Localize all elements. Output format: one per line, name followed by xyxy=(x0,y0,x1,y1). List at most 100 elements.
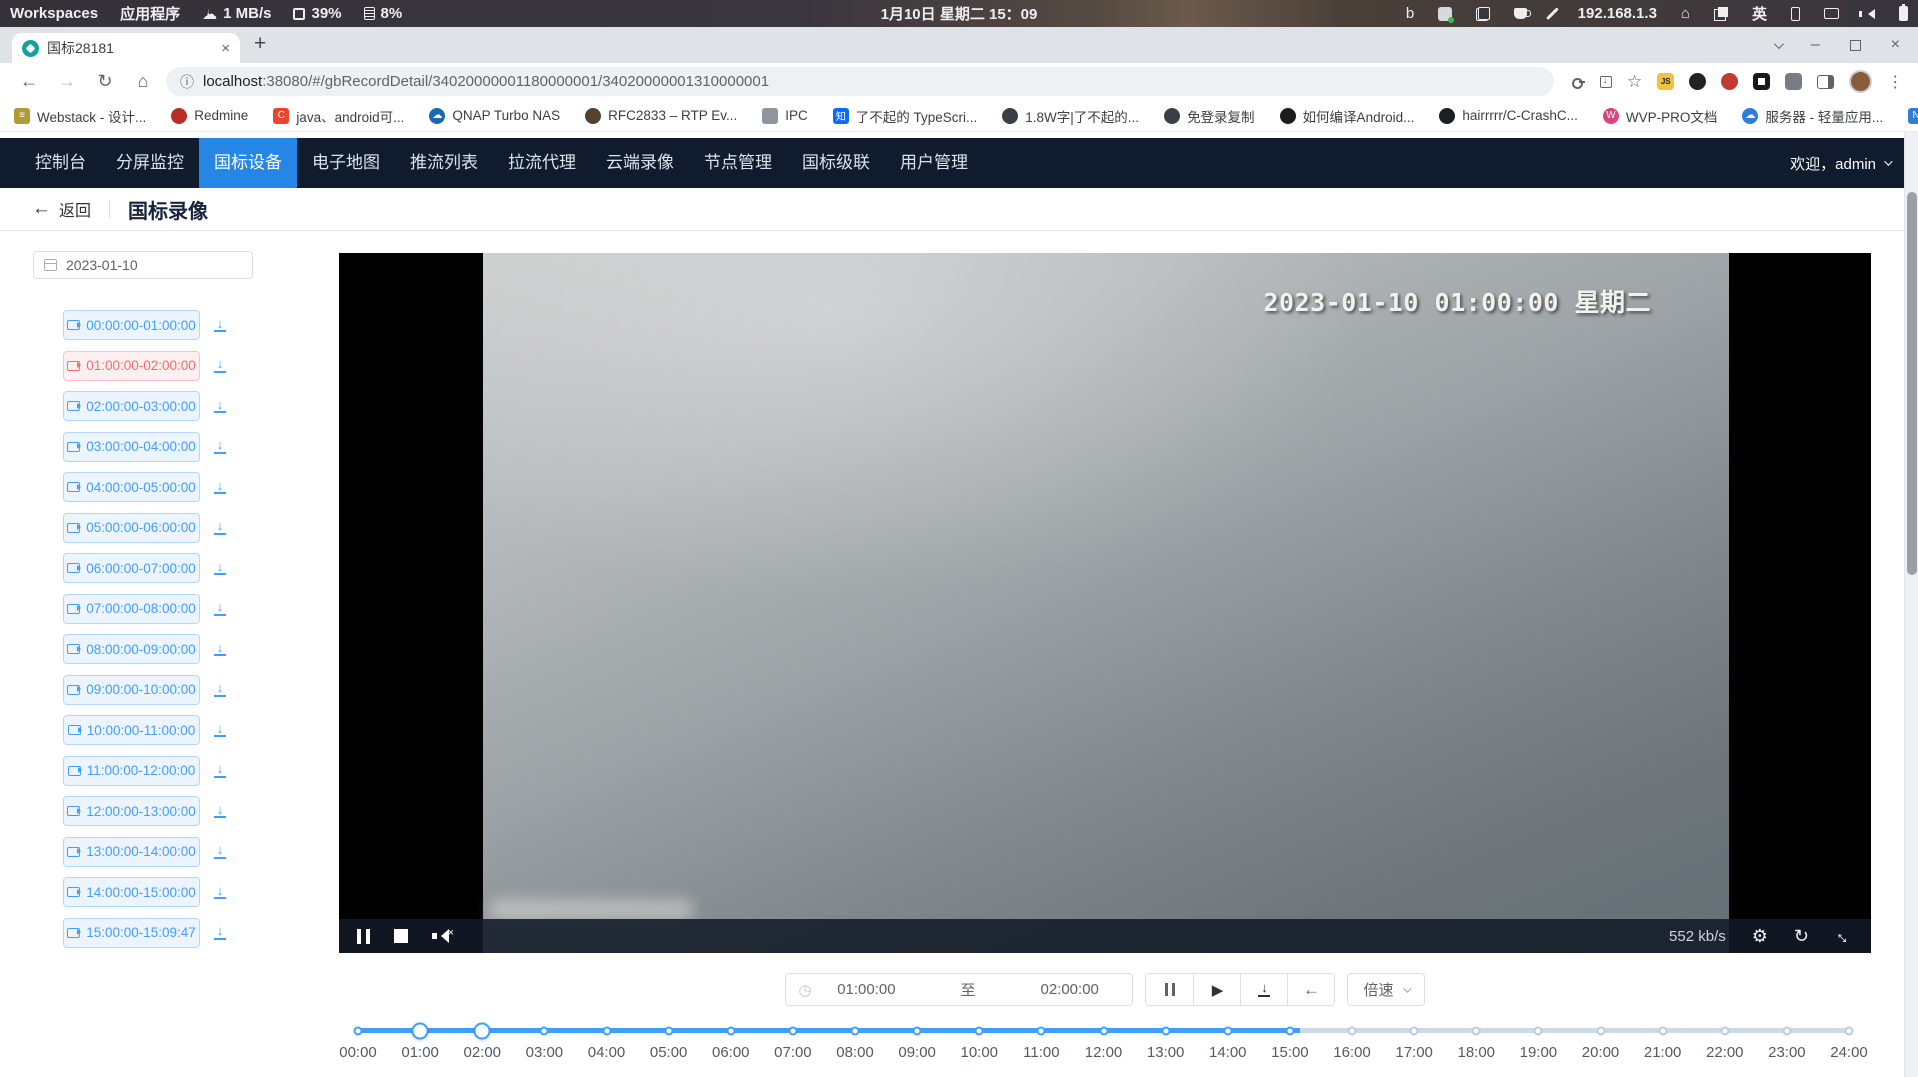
volume-icon[interactable] xyxy=(1863,9,1875,19)
site-info-icon[interactable]: ⓘ xyxy=(180,72,194,92)
nav-item[interactable]: 国标级联 xyxy=(787,138,885,188)
extension-black-icon[interactable] xyxy=(1753,73,1770,90)
nav-item[interactable]: 云端录像 xyxy=(591,138,689,188)
window-close-button[interactable]: × xyxy=(1891,36,1900,54)
browser-menu-icon[interactable]: ⋮ xyxy=(1887,72,1903,92)
address-bar[interactable]: ⓘ localhost:38080/#/gbRecordDetail/34020… xyxy=(166,67,1554,96)
download-record-button[interactable]: ↓ xyxy=(214,439,226,454)
record-segment-button[interactable]: 02:00:00-03:00:00 xyxy=(63,391,200,421)
record-segment-button[interactable]: 10:00:00-11:00:00 xyxy=(63,715,200,745)
record-segment-button[interactable]: 01:00:00-02:00:00 xyxy=(63,351,200,381)
record-segment-button[interactable]: 11:00:00-12:00:00 xyxy=(63,756,200,786)
pipette-icon[interactable] xyxy=(1546,7,1558,19)
ip-address[interactable]: 192.168.1.3 xyxy=(1578,5,1657,22)
record-segment-button[interactable]: 15:00:00-15:09:47 xyxy=(63,918,200,948)
clipboard-icon[interactable] xyxy=(1476,7,1490,21)
bookmark-star-icon[interactable]: ☆ xyxy=(1627,72,1642,92)
applications-button[interactable]: 应用程序 xyxy=(120,3,180,24)
nav-item[interactable]: 用户管理 xyxy=(885,138,983,188)
page-scrollbar[interactable] xyxy=(1904,132,1918,1077)
pause-icon[interactable] xyxy=(357,929,370,944)
new-tab-button[interactable]: + xyxy=(254,33,266,54)
extension-js-icon[interactable]: JS xyxy=(1657,73,1674,90)
record-segment-button[interactable]: 00:00:00-01:00:00 xyxy=(63,310,200,340)
bookmark-item[interactable]: 1.8W字|了不起的... xyxy=(1002,106,1139,126)
tab-close-icon[interactable]: × xyxy=(221,40,230,57)
nav-item[interactable]: 推流列表 xyxy=(395,138,493,188)
play-button[interactable]: ▶ xyxy=(1193,974,1240,1005)
download-record-button[interactable]: ↓ xyxy=(214,561,226,576)
record-segment-button[interactable]: 05:00:00-06:00:00 xyxy=(63,513,200,543)
user-menu[interactable]: 欢迎，admin xyxy=(1790,153,1918,174)
phone-link-icon[interactable] xyxy=(1791,7,1800,21)
date-picker-input[interactable]: 2023-01-10 xyxy=(33,251,253,279)
record-segment-button[interactable]: 03:00:00-04:00:00 xyxy=(63,432,200,462)
refresh-icon[interactable]: ↻ xyxy=(1794,926,1809,947)
home-button[interactable]: ⌂ xyxy=(128,71,158,92)
download-record-button[interactable]: ↓ xyxy=(214,399,226,414)
pause-button[interactable] xyxy=(1146,974,1193,1005)
start-time-value[interactable]: 01:00:00 xyxy=(816,981,918,998)
bookmark-item[interactable]: RFC2833 – RTP Ev... xyxy=(585,108,737,124)
input-method-indicator[interactable]: 英 xyxy=(1752,3,1767,24)
download-record-button[interactable]: ↓ xyxy=(214,723,226,738)
tab-search-icon[interactable] xyxy=(1774,39,1784,49)
bookmark-item[interactable]: ☁ QNAP Turbo NAS xyxy=(429,108,560,124)
record-segment-button[interactable]: 04:00:00-05:00:00 xyxy=(63,472,200,502)
download-record-button[interactable]: ↓ xyxy=(214,844,226,859)
back-link[interactable]: 返回 xyxy=(59,197,91,221)
record-segment-button[interactable]: 07:00:00-08:00:00 xyxy=(63,594,200,624)
share-icon[interactable] xyxy=(1600,76,1612,88)
download-record-button[interactable]: ↓ xyxy=(214,885,226,900)
end-time-value[interactable]: 02:00:00 xyxy=(1019,981,1121,998)
record-segment-button[interactable]: 08:00:00-09:00:00 xyxy=(63,634,200,664)
record-segment-button[interactable]: 14:00:00-15:00:00 xyxy=(63,877,200,907)
nav-item[interactable]: 电子地图 xyxy=(297,138,395,188)
download-record-button[interactable]: ↓ xyxy=(214,682,226,697)
app-notification-icon[interactable] xyxy=(1438,7,1452,21)
profile-avatar[interactable] xyxy=(1849,70,1872,93)
scrollbar-thumb[interactable] xyxy=(1907,192,1917,575)
download-record-button[interactable]: ↓ xyxy=(214,601,226,616)
download-record-button[interactable]: ↓ xyxy=(214,763,226,778)
cup-icon[interactable] xyxy=(1514,8,1527,19)
download-record-button[interactable]: ↓ xyxy=(214,925,226,940)
nav-item[interactable]: 节点管理 xyxy=(689,138,787,188)
bookmark-item[interactable]: N HDAtmos :: 种子 *... xyxy=(1908,106,1918,126)
fullscreen-icon[interactable]: ↔ xyxy=(1830,922,1858,950)
mute-icon[interactable]: × xyxy=(432,928,454,944)
extensions-puzzle-icon[interactable] xyxy=(1785,73,1802,90)
browser-tab[interactable]: 国标28181 × xyxy=(12,33,240,63)
record-segment-button[interactable]: 12:00:00-13:00:00 xyxy=(63,796,200,826)
video-player[interactable]: 2023-01-10 01:00:00 星期二 × 552 kb/s ⚙ ↻ ↔ xyxy=(339,253,1871,953)
time-range-input[interactable]: ◷ 01:00:00 至 02:00:00 xyxy=(785,973,1133,1006)
bookmark-item[interactable]: 免登录复制 xyxy=(1164,106,1255,126)
timeline-handle[interactable] xyxy=(474,1022,491,1039)
workspaces-button[interactable]: Workspaces xyxy=(10,5,98,22)
bookmark-item[interactable]: 如何编译Android... xyxy=(1280,106,1415,126)
bookmark-item[interactable]: C java、android可... xyxy=(273,106,404,126)
nav-item[interactable]: 控制台 xyxy=(20,138,101,188)
download-record-button[interactable]: ↓ xyxy=(214,520,226,535)
extension-dark-icon[interactable] xyxy=(1689,73,1706,90)
record-segment-button[interactable]: 06:00:00-07:00:00 xyxy=(63,553,200,583)
download-record-button[interactable]: ↓ xyxy=(214,318,226,333)
nav-item[interactable]: 拉流代理 xyxy=(493,138,591,188)
download-record-button[interactable]: ↓ xyxy=(214,480,226,495)
back-arrow-icon[interactable]: ← xyxy=(32,198,51,220)
shutter-settings-icon[interactable]: ⚙ xyxy=(1752,926,1768,947)
side-panel-icon[interactable] xyxy=(1817,75,1834,89)
password-manager-icon[interactable] xyxy=(1572,75,1585,88)
download-record-button[interactable]: ↓ xyxy=(214,804,226,819)
timeline-handle[interactable] xyxy=(412,1022,429,1039)
download-button[interactable]: ↓ xyxy=(1240,974,1287,1005)
bookmark-item[interactable]: 知 了不起的 TypeScri... xyxy=(833,106,978,126)
bookmark-item[interactable]: ≡ Webstack - 设计... xyxy=(14,106,146,126)
download-record-button[interactable]: ↓ xyxy=(214,642,226,657)
window-stack-icon[interactable] xyxy=(1714,7,1728,21)
record-segment-button[interactable]: 13:00:00-14:00:00 xyxy=(63,837,200,867)
bing-tray-icon[interactable]: b xyxy=(1406,5,1414,22)
minimize-button[interactable]: – xyxy=(1811,36,1820,54)
nav-item[interactable]: 分屏监控 xyxy=(101,138,199,188)
stop-icon[interactable] xyxy=(394,929,408,943)
